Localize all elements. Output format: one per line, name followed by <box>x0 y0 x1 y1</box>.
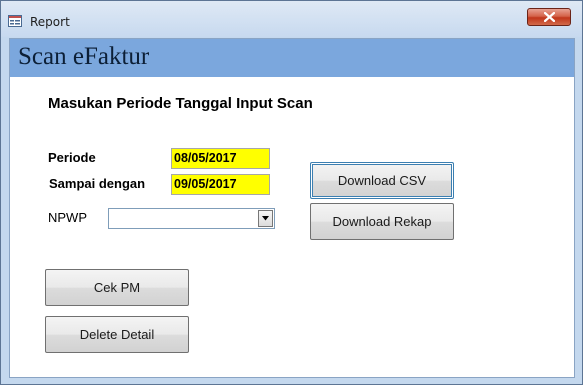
sampai-dengan-date-field[interactable]: 09/05/2017 <box>171 174 270 195</box>
chevron-down-icon <box>262 216 269 221</box>
download-csv-button[interactable]: Download CSV <box>310 162 454 199</box>
sampai-dengan-label: Sampai dengan <box>49 176 146 191</box>
npwp-label: NPWP <box>48 210 87 225</box>
window-title: Report <box>30 15 70 29</box>
form-body: Scan eFaktur Masukan Periode Tanggal Inp… <box>9 38 575 378</box>
delete-detail-button[interactable]: Delete Detail <box>45 316 189 353</box>
title-bar[interactable]: Report <box>1 1 582 37</box>
report-window: Report Scan eFaktur Masukan Periode Tang… <box>0 0 583 385</box>
close-icon <box>544 12 555 22</box>
report-form-icon <box>8 15 22 27</box>
periode-date-field[interactable]: 08/05/2017 <box>171 148 270 169</box>
download-rekap-button[interactable]: Download Rekap <box>310 203 454 240</box>
cek-pm-button[interactable]: Cek PM <box>45 269 189 306</box>
periode-label: Periode <box>48 150 96 165</box>
subtitle-label: Masukan Periode Tanggal Input Scan <box>48 95 313 112</box>
form-title: Scan eFaktur <box>18 43 150 70</box>
npwp-dropdown-button[interactable] <box>258 210 273 227</box>
form-header: Scan eFaktur <box>10 39 574 77</box>
close-button[interactable] <box>527 8 571 26</box>
npwp-combo-box[interactable] <box>108 208 275 229</box>
